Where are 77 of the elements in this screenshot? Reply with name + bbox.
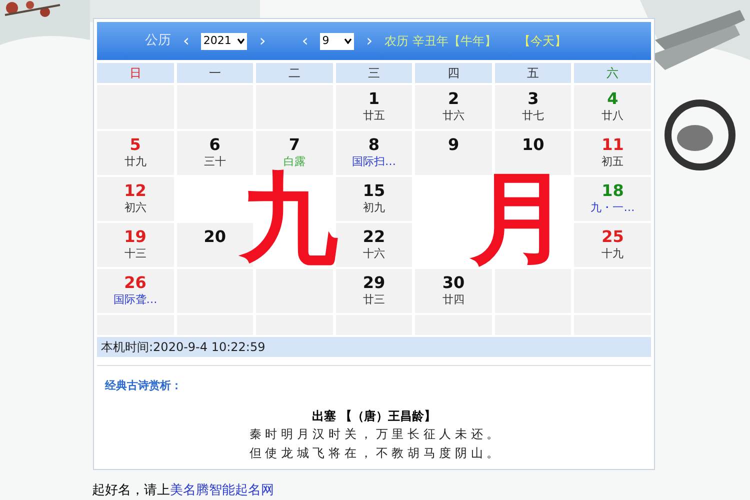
weekday-header: 二 — [256, 63, 333, 83]
day-cell[interactable]: 25 十九 — [574, 223, 651, 267]
day-number[interactable]: 11 — [602, 136, 624, 154]
day-cell[interactable]: 9 — [415, 131, 492, 175]
day-cell[interactable]: 2 廿六 — [415, 85, 492, 129]
day-note: 廿六 — [442, 108, 465, 124]
day-number[interactable]: 6 — [209, 136, 220, 154]
chevron-icon — [344, 38, 352, 44]
day-cell[interactable]: 4 廿八 — [574, 85, 651, 129]
day-note: 廿四 — [442, 292, 465, 308]
day-cell[interactable]: 12 初六 — [97, 177, 174, 221]
day-cell[interactable]: 29 廿三 — [336, 269, 412, 313]
day-cell[interactable]: 1 廿五 — [336, 85, 412, 129]
weekday-header: 日 — [97, 63, 174, 83]
day-number[interactable]: 22 — [362, 228, 386, 246]
lunar-year: 农历 辛丑年【牛年】 — [384, 33, 496, 50]
day-cell[interactable]: 18 九・一… — [574, 177, 651, 221]
site-link[interactable]: 美名腾智能起名网 — [170, 481, 274, 500]
day-note: 九・一… — [590, 200, 635, 216]
day-number[interactable]: 4 — [607, 90, 618, 108]
local-time-bar: 本机时间:2020-9-4 10:22:59 — [97, 337, 651, 357]
day-cell[interactable]: 3 廿七 — [494, 85, 572, 129]
day-number[interactable]: 2 — [448, 90, 460, 108]
day-number[interactable]: 15 — [362, 182, 386, 200]
chevron-icon — [237, 38, 246, 44]
day-number[interactable]: 19 — [124, 228, 146, 246]
day-note: 廿七 — [522, 108, 544, 124]
day-number[interactable]: 29 — [362, 274, 386, 292]
day-number[interactable]: 5 — [130, 136, 141, 154]
day-cell[interactable]: 8 国际扫… — [336, 131, 412, 175]
year-select[interactable]: 2021 — [201, 32, 248, 50]
day-number[interactable]: 7 — [288, 136, 300, 154]
day-note: 廿三 — [362, 292, 385, 308]
day-number[interactable]: 8 — [368, 136, 380, 154]
day-cell[interactable]: 15 初九 — [336, 177, 412, 221]
day-note: 国际扫… — [352, 154, 396, 170]
day-cell[interactable]: 10 — [494, 131, 572, 175]
poem-line: 秦 时 明 月 汉 时 关 ， 万 里 长 征 人 未 还 。 — [249, 426, 499, 442]
day-note: 国际聋… — [113, 292, 158, 308]
poem-section-title: 经典古诗赏析： — [105, 378, 183, 394]
day-cell[interactable]: 30 廿四 — [415, 269, 492, 313]
day-note: 十六 — [362, 246, 385, 262]
poem-title: 出塞 【（唐）王昌龄】 — [312, 408, 436, 424]
day-number[interactable]: 1 — [368, 90, 380, 108]
day-note: 廿五 — [362, 108, 385, 124]
weekday-header: 三 — [336, 63, 412, 83]
day-note: 初六 — [124, 200, 146, 216]
day-number[interactable]: 18 — [602, 182, 624, 200]
day-cell[interactable]: 5 廿九 — [97, 131, 174, 175]
day-note: 初九 — [362, 200, 385, 216]
weekday-header: 六 — [574, 63, 651, 83]
day-note: 白露 — [283, 154, 306, 170]
day-number[interactable]: 3 — [528, 90, 539, 108]
day-number[interactable]: 25 — [602, 228, 624, 246]
day-note: 十三 — [124, 246, 146, 262]
footer-text: 起好名，请上 — [92, 482, 170, 500]
day-number[interactable]: 26 — [124, 274, 146, 292]
day-number[interactable]: 10 — [522, 136, 544, 154]
day-cell[interactable]: 6 三十 — [176, 131, 254, 175]
weekday-header: 五 — [494, 63, 572, 83]
day-note: 三十 — [204, 154, 226, 170]
poem-line: 但 使 龙 城 飞 将 在 ， 不 教 胡 马 度 阴 山 。 — [249, 444, 499, 462]
day-number[interactable]: 20 — [204, 228, 226, 246]
solar-label: 公历 — [145, 32, 171, 50]
day-note: 廿八 — [602, 108, 624, 124]
day-cell[interactable]: 11 初五 — [574, 131, 651, 175]
month-select[interactable]: 9 — [320, 32, 354, 50]
weekday-header: 四 — [415, 63, 492, 83]
day-number[interactable]: 9 — [448, 136, 460, 154]
day-note: 廿九 — [124, 154, 146, 170]
day-note: 十九 — [602, 246, 624, 262]
day-number[interactable]: 30 — [442, 274, 465, 292]
weekday-header: 一 — [176, 63, 254, 83]
day-number[interactable]: 12 — [124, 182, 146, 200]
day-cell[interactable]: 19 十三 — [97, 223, 174, 267]
day-cell[interactable]: 26 国际聋… — [97, 269, 174, 313]
day-note: 初五 — [602, 154, 624, 170]
